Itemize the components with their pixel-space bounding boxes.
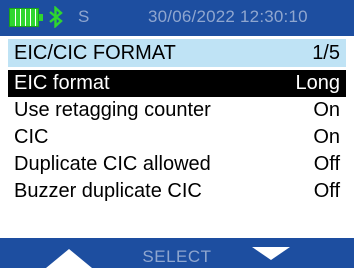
menu-item-use-retagging-counter[interactable]: Use retagging counter On xyxy=(8,97,346,124)
softkey-bar: SELECT xyxy=(0,238,354,268)
date-time: 30/06/2022 12:30:10 xyxy=(148,7,308,26)
menu-item-value: On xyxy=(313,126,340,148)
menu-item-label: Buzzer duplicate CIC xyxy=(14,180,202,202)
menu-header: EIC/CIC FORMAT 1/5 xyxy=(8,39,346,67)
menu-item-label: EIC format xyxy=(14,72,110,94)
menu-item-duplicate-cic-allowed[interactable]: Duplicate CIC allowed Off xyxy=(8,151,346,178)
menu-item-cic[interactable]: CIC On xyxy=(8,124,346,151)
menu-item-value: Long xyxy=(295,72,341,94)
status-bar: S 30/06/2022 12:30:10 xyxy=(0,0,354,36)
menu-item-label: Duplicate CIC allowed xyxy=(14,153,211,175)
bluetooth-icon xyxy=(49,6,63,28)
page-indicator: 1/5 xyxy=(312,42,340,64)
menu-item-eic-format[interactable]: EIC format Long xyxy=(8,70,346,97)
settings-menu: EIC format Long Use retagging counter On… xyxy=(8,70,346,205)
page-title: EIC/CIC FORMAT xyxy=(14,42,176,64)
arrow-down-icon[interactable] xyxy=(252,247,290,260)
menu-item-value: Off xyxy=(313,180,340,202)
device-screen: S 30/06/2022 12:30:10 EIC/CIC FORMAT 1/5… xyxy=(0,0,354,268)
menu-item-value: Off xyxy=(313,153,340,175)
status-letter: S xyxy=(78,7,90,26)
menu-item-buzzer-duplicate-cic[interactable]: Buzzer duplicate CIC Off xyxy=(8,178,346,205)
menu-item-label: CIC xyxy=(14,126,49,148)
battery-icon xyxy=(9,8,43,27)
select-softkey[interactable]: SELECT xyxy=(0,247,354,267)
menu-item-value: On xyxy=(313,99,340,121)
menu-item-label: Use retagging counter xyxy=(14,99,211,121)
